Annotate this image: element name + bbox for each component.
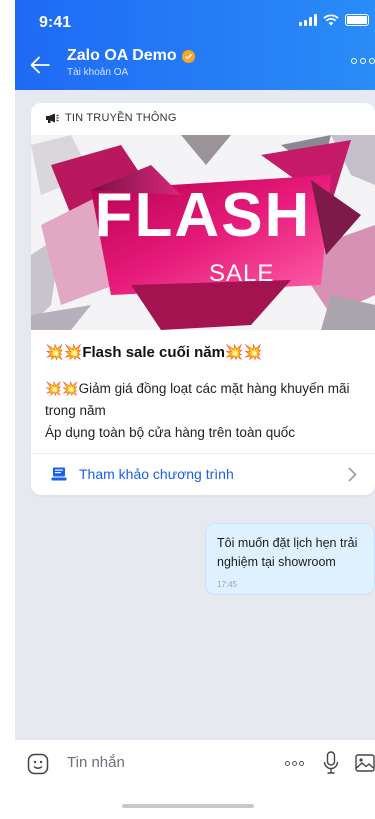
card-category: TIN TRUYỀN THÔNG [45,112,177,124]
emoji-icon[interactable] [27,753,49,775]
message-time: 17:45 [217,580,238,589]
view-program-label: Tham khảo chương trình [79,466,234,482]
battery-icon [345,14,369,26]
banner-headline: FLASH [94,181,312,250]
broadcast-card[interactable]: TIN TRUYỀN THÔNG FLASH SALE 💥💥Flash sale… [31,103,375,495]
oa-name: Zalo OA Demo [67,47,177,64]
more-dots-icon[interactable] [351,58,375,64]
header: 9:41 Zalo OA Demo Tài khoản OA [15,0,375,90]
view-program-link[interactable]: Tham khảo chương trình [31,454,375,495]
home-indicator[interactable] [122,804,254,808]
verified-badge-icon [181,49,195,63]
image-icon[interactable] [355,754,375,772]
more-options-icon[interactable] [285,761,304,766]
chat-screen: 9:41 Zalo OA Demo Tài khoản OA TIN TRUYỀ… [15,0,375,819]
status-icons [299,14,369,26]
document-icon [51,467,67,481]
card-body-line: 💥💥Giảm giá đồng loạt các mặt hàng khuyến… [45,381,350,396]
banner-subline: SALE [209,260,275,287]
oa-subtitle: Tài khoản OA [67,67,129,78]
flash-sale-banner[interactable]: FLASH SALE [31,135,375,330]
chevron-right-icon [348,467,357,482]
card-body-line: Áp dụng toàn bộ cửa hàng trên toàn quốc [45,425,295,440]
arrow-left-icon [30,56,50,74]
message-bubble[interactable]: Tôi muốn đặt lịch hẹn trải nghiệm tại sh… [205,523,375,595]
card-category-label: TIN TRUYỀN THÔNG [65,112,177,124]
card-body: 💥💥Giảm giá đồng loạt các mặt hàng khuyến… [45,378,365,444]
message-input[interactable]: Tin nhắn [67,754,125,771]
status-bar: 9:41 [15,0,375,40]
back-button[interactable] [25,50,55,80]
signal-icon [299,14,317,26]
card-title: 💥💥Flash sale cuối năm💥💥 [45,344,263,361]
nav-bar: Zalo OA Demo Tài khoản OA [15,40,375,90]
wifi-icon [323,14,339,26]
page-title[interactable]: Zalo OA Demo [67,47,195,65]
microphone-icon[interactable] [323,751,339,775]
card-body-line: trong năm [45,403,106,418]
megaphone-icon [46,113,59,123]
message-text: Tôi muốn đặt lịch hẹn trải nghiệm tại sh… [217,536,358,569]
status-time: 9:41 [39,14,72,31]
